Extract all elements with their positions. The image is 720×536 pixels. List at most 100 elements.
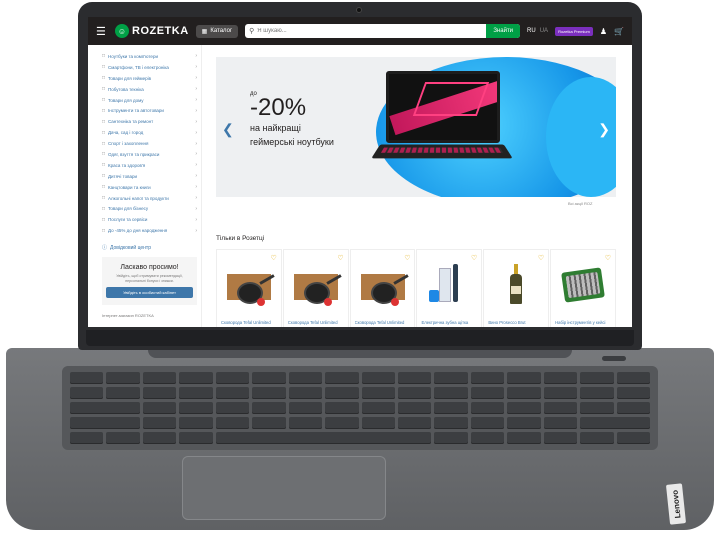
keyboard-key bbox=[580, 432, 614, 444]
sidebar-category-item[interactable]: □ Дача, сад і город › bbox=[102, 127, 197, 138]
heart-icon[interactable]: ♡ bbox=[271, 254, 277, 262]
sidebar-category-item[interactable]: □ Спорт і захоплення › bbox=[102, 138, 197, 149]
keyboard-key bbox=[470, 417, 505, 429]
gaming-laptop-keyboard bbox=[371, 144, 513, 159]
welcome-box: Ласкаво просимо! Увійдіть, щоб отримуват… bbox=[102, 257, 197, 306]
keyboard-key bbox=[434, 402, 468, 414]
pan-image bbox=[292, 264, 342, 306]
sidebar-category-item[interactable]: □ Побутова техніка › bbox=[102, 84, 197, 95]
keyboard-key bbox=[70, 417, 140, 429]
site-logo[interactable]: ☺ ROZETKA bbox=[115, 24, 189, 38]
catalog-button[interactable]: ▦ Каталог bbox=[195, 24, 239, 38]
chevron-right-icon: › bbox=[195, 118, 197, 125]
wine-bottle-image bbox=[492, 264, 540, 304]
sidebar-category-item[interactable]: □ Товари для бізнесу › bbox=[102, 203, 197, 214]
chevron-right-icon: › bbox=[195, 86, 197, 93]
sidebar-category-item[interactable]: □ Алкогольні напої та продукти › bbox=[102, 193, 197, 204]
keyboard-key bbox=[361, 372, 395, 384]
heart-icon[interactable]: ♡ bbox=[471, 254, 477, 262]
user-icon[interactable]: ♟ bbox=[600, 27, 607, 36]
heart-icon[interactable]: ♡ bbox=[337, 254, 343, 262]
lang-ru[interactable]: RU bbox=[527, 28, 536, 34]
chevron-right-icon: › bbox=[195, 140, 197, 147]
keyboard-key bbox=[434, 432, 468, 444]
sidebar-category-item[interactable]: □ Смартфони, ТВ і електроніка › bbox=[102, 62, 197, 73]
keyboard-key bbox=[70, 432, 104, 444]
category-label: Краса та здоров'я bbox=[108, 162, 146, 168]
sidebar-category-item[interactable]: □ Інструменти та автотовари › bbox=[102, 105, 197, 116]
sidebar-category-item[interactable]: □ Сантехніка та ремонт › bbox=[102, 116, 197, 127]
heart-icon[interactable]: ♡ bbox=[605, 254, 611, 262]
help-center-link[interactable]: ⓘ Довідковий центр bbox=[102, 244, 197, 252]
product-card[interactable]: ♡ Сковорода Tefal Unlimited bbox=[349, 249, 416, 327]
keyboard-key bbox=[252, 372, 286, 384]
search-button[interactable]: Знайти bbox=[486, 24, 521, 38]
chevron-right-icon: › bbox=[195, 162, 197, 169]
product-row: ♡ Сковорода Tefal Unlimited ♡ Сковорода … bbox=[216, 249, 616, 327]
login-button[interactable]: Увійдіть в особистий кабінет bbox=[106, 287, 193, 299]
banner-prev-arrow[interactable]: ❮ bbox=[222, 121, 234, 138]
product-card[interactable]: ♡ Набір інструментів у кейсі bbox=[550, 249, 616, 327]
chevron-right-icon: › bbox=[195, 184, 197, 191]
welcome-text: Увійдіть, щоб отримувати рекомендації, п… bbox=[116, 274, 183, 283]
pan-image bbox=[359, 264, 409, 306]
keyboard-key bbox=[507, 432, 541, 444]
keyboard-key bbox=[507, 417, 541, 429]
product-name[interactable]: Вино Prosecco Brut bbox=[488, 320, 548, 325]
keyboard-key bbox=[470, 387, 505, 399]
keyboard-key bbox=[179, 372, 213, 384]
keyboard-key bbox=[215, 402, 250, 414]
chevron-right-icon: › bbox=[195, 227, 197, 234]
category-label: Сантехніка та ремонт bbox=[108, 119, 154, 125]
site-header: ☰ ☺ ROZETKA ▦ Каталог ⚲ Знайти RU UA Roz… bbox=[88, 17, 632, 45]
toothbrush-image bbox=[425, 264, 473, 304]
product-name[interactable]: Сковорода Tefal Unlimited bbox=[355, 320, 415, 325]
sidebar-category-item[interactable]: □ Краса та здоров'я › bbox=[102, 160, 197, 171]
keyboard-key bbox=[325, 387, 359, 399]
keyboard-key bbox=[507, 387, 541, 399]
product-name[interactable]: Електрична зубна щітка bbox=[421, 320, 481, 325]
product-name[interactable]: Сковорода Tefal Unlimited bbox=[221, 320, 281, 325]
sidebar-category-item[interactable]: □ Товари для геймерів › bbox=[102, 73, 197, 84]
keyboard-key bbox=[507, 372, 541, 384]
keyboard-key bbox=[361, 417, 395, 429]
lang-ua[interactable]: UA bbox=[540, 28, 548, 34]
promo-banner[interactable]: до -20% на найкращі геймерські ноутбуки … bbox=[216, 57, 616, 197]
laptop-hinge bbox=[148, 350, 572, 358]
sidebar-category-item[interactable]: □ Послуги та сервіси › bbox=[102, 214, 197, 225]
keyboard-key bbox=[397, 417, 432, 429]
keyboard-key bbox=[361, 402, 395, 414]
menu-icon[interactable]: ☰ bbox=[96, 25, 108, 38]
heart-icon[interactable]: ♡ bbox=[538, 254, 544, 262]
sidebar-category-item[interactable]: □ Одяг, взуття та прикраси › bbox=[102, 149, 197, 160]
banner-next-arrow[interactable]: ❯ bbox=[598, 121, 610, 138]
sidebar-category-item[interactable]: □ Товари для дому › bbox=[102, 95, 197, 106]
category-label: Канцтовари та книги bbox=[108, 184, 151, 190]
product-name[interactable]: Сковорода Tefal Unlimited bbox=[288, 320, 348, 325]
cart-icon[interactable]: 🛒 bbox=[614, 27, 624, 36]
product-card[interactable]: ♡ Електрична зубна щітка bbox=[416, 249, 483, 327]
sidebar-footer: Інтернет-магазин ROZETKA bbox=[102, 313, 154, 319]
keyboard-key bbox=[543, 402, 578, 414]
product-card[interactable]: ♡ Сковорода Tefal Unlimited bbox=[216, 249, 282, 327]
product-name[interactable]: Набір інструментів у кейсі bbox=[555, 320, 615, 325]
keyboard-key bbox=[616, 432, 650, 444]
product-card[interactable]: ♡ Сковорода Tefal Unlimited bbox=[282, 249, 349, 327]
keyboard-key bbox=[288, 402, 323, 414]
product-card[interactable]: ♡ Вино Prosecco Brut bbox=[483, 249, 550, 327]
help-label: Довідковий центр bbox=[110, 244, 151, 251]
search-input[interactable] bbox=[257, 28, 487, 34]
category-label: Алкогольні напої та продукти bbox=[108, 195, 169, 201]
keyboard-key bbox=[106, 372, 140, 384]
sidebar-category-item[interactable]: □ Дитячі товари › bbox=[102, 171, 197, 182]
power-button bbox=[602, 356, 626, 361]
sidebar-category-item[interactable]: □ Ноутбуки та комп'ютери › bbox=[102, 51, 197, 62]
category-label: Дача, сад і город bbox=[108, 130, 144, 136]
sidebar-category-item[interactable]: □ До -45% до дня народження › bbox=[102, 225, 197, 236]
premium-badge[interactable]: Rozetka Premium bbox=[555, 26, 593, 36]
keyboard-key bbox=[179, 402, 213, 414]
grid-icon: ▦ bbox=[201, 28, 208, 35]
heart-icon[interactable]: ♡ bbox=[404, 254, 410, 262]
sidebar-category-item[interactable]: □ Канцтовари та книги › bbox=[102, 182, 197, 193]
keyboard-key bbox=[215, 387, 250, 399]
